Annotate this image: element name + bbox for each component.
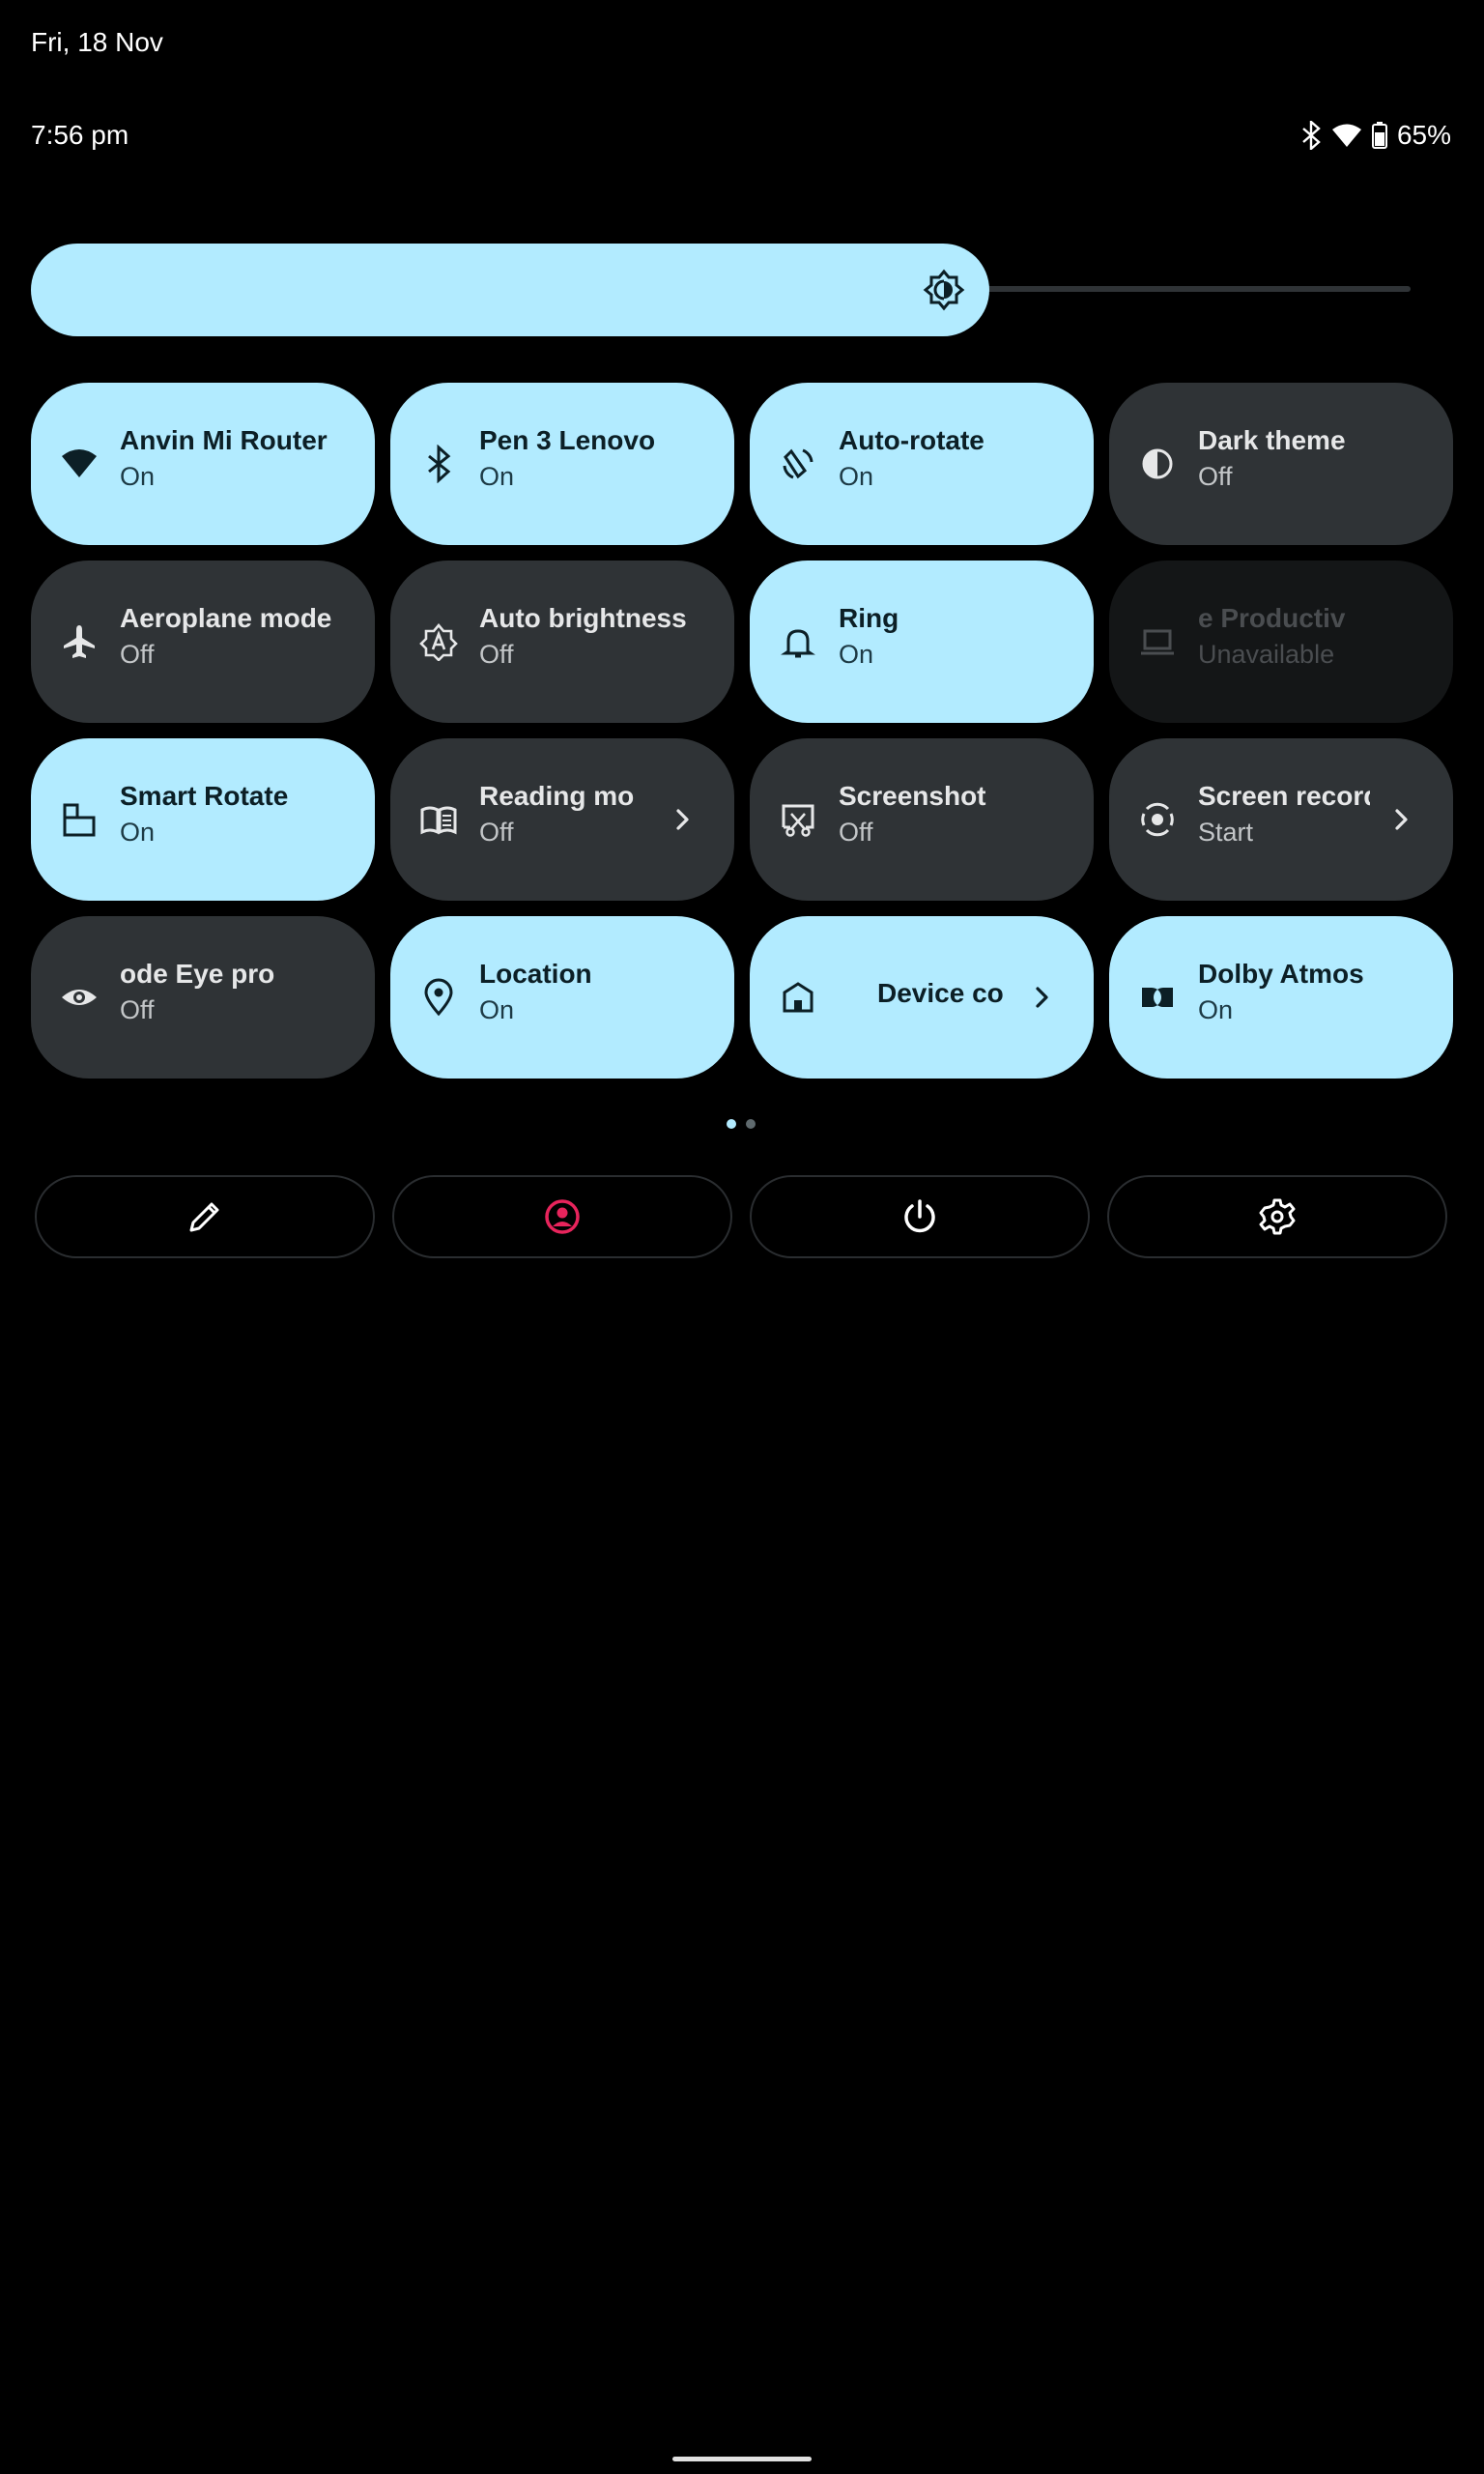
battery-icon xyxy=(1371,122,1387,149)
tile-state: On xyxy=(120,818,156,847)
chevron-right-icon[interactable] xyxy=(1382,800,1420,839)
screen-record-icon xyxy=(1138,800,1177,839)
tile-bluetooth[interactable]: Pen 3 Lenovo On xyxy=(390,383,734,545)
tile-title: Dolby Atmos xyxy=(1198,959,1364,989)
gesture-nav-handle[interactable] xyxy=(672,2457,812,2461)
bell-icon xyxy=(779,622,817,661)
tile-title: Aeroplane mode xyxy=(120,603,332,633)
tile-screen-record[interactable]: Screen record Start xyxy=(1109,738,1453,901)
user-profile-button[interactable] xyxy=(392,1175,732,1258)
tile-dolby[interactable]: Dolby Atmos On xyxy=(1109,916,1453,1079)
edit-button[interactable] xyxy=(35,1175,375,1258)
edit-icon xyxy=(186,1197,224,1236)
tile-screenshot[interactable]: Screenshot Off xyxy=(750,738,1094,901)
bluetooth-icon xyxy=(1300,121,1322,150)
tile-title: Location xyxy=(479,959,592,989)
tile-state: Start xyxy=(1198,818,1254,847)
tile-state: Off xyxy=(120,640,155,669)
tile-smart-rotate[interactable]: Smart Rotate On xyxy=(31,738,375,901)
location-icon xyxy=(419,978,458,1017)
page-dot-2[interactable] xyxy=(746,1119,756,1129)
wifi-icon xyxy=(60,445,99,483)
tile-state: On xyxy=(120,462,156,491)
brightness-auto-icon xyxy=(923,269,965,311)
tile-title: ode Eye pro xyxy=(120,959,275,989)
tile-title: Reading mo xyxy=(479,781,635,811)
chevron-right-icon[interactable] xyxy=(663,800,701,839)
clock: 7:56 pm xyxy=(31,120,129,150)
tile-state: Off xyxy=(839,818,873,847)
tile-state: Unavailable xyxy=(1198,640,1335,669)
tile-wifi[interactable]: Anvin Mi Router On xyxy=(31,383,375,545)
power-button[interactable] xyxy=(750,1175,1090,1258)
tile-title: Dark theme xyxy=(1198,425,1346,455)
tile-title: Device co xyxy=(877,978,1004,1008)
battery-percent: 65% xyxy=(1396,120,1451,150)
tile-location[interactable]: Location On xyxy=(390,916,734,1079)
smart-rotate-icon xyxy=(60,800,99,839)
tile-state: Off xyxy=(479,818,514,847)
tile-title: Screen record xyxy=(1198,781,1370,811)
home-icon xyxy=(779,978,817,1017)
chevron-right-icon[interactable] xyxy=(1022,978,1061,1017)
tile-state: Off xyxy=(479,640,514,669)
book-icon xyxy=(419,800,458,839)
tile-auto-brightness[interactable]: Auto brightness Off xyxy=(390,561,734,723)
tile-title: Screenshot xyxy=(839,781,986,811)
settings-icon xyxy=(1258,1197,1297,1236)
tile-state: Off xyxy=(1198,462,1233,491)
page-indicator[interactable] xyxy=(727,1119,756,1129)
brightness-slider-track[interactable] xyxy=(966,286,1411,292)
tile-title: Ring xyxy=(839,603,899,633)
tile-auto-rotate[interactable]: Auto-rotate On xyxy=(750,383,1094,545)
screenshot-icon xyxy=(779,800,817,839)
auto-rotate-icon xyxy=(779,445,817,483)
tile-laptop[interactable]: e Productiv Unavailable xyxy=(1109,561,1453,723)
bluetooth-icon xyxy=(419,445,458,483)
tile-airplane[interactable]: Aeroplane mode Off xyxy=(31,561,375,723)
tile-state: On xyxy=(479,462,515,491)
tile-title: Auto-rotate xyxy=(839,425,985,455)
tile-title: Anvin Mi Router xyxy=(120,425,328,455)
tile-state: On xyxy=(839,462,874,491)
power-icon xyxy=(900,1197,939,1236)
wifi-icon xyxy=(1331,123,1362,148)
tile-state: On xyxy=(479,995,515,1024)
profile-icon xyxy=(543,1197,582,1236)
dark-theme-icon xyxy=(1138,445,1177,483)
status-icons: 65% xyxy=(1300,120,1451,151)
settings-button[interactable] xyxy=(1107,1175,1447,1258)
eye-icon xyxy=(60,978,99,1017)
tile-bell[interactable]: Ring On xyxy=(750,561,1094,723)
tile-book[interactable]: Reading mo Off xyxy=(390,738,734,901)
page-dot-1[interactable] xyxy=(727,1119,736,1129)
tile-eye[interactable]: ode Eye pro Off xyxy=(31,916,375,1079)
dolby-icon xyxy=(1138,978,1177,1017)
tile-title: Auto brightness xyxy=(479,603,687,633)
tile-home[interactable]: Device co xyxy=(750,916,1094,1079)
tile-title: Smart Rotate xyxy=(120,781,289,811)
tile-state: On xyxy=(1198,995,1234,1024)
airplane-icon xyxy=(60,622,99,661)
tile-title: e Productiv xyxy=(1198,603,1346,633)
tile-title: Pen 3 Lenovo xyxy=(479,425,656,455)
date: Fri, 18 Nov xyxy=(31,27,163,57)
tile-dark-theme[interactable]: Dark theme Off xyxy=(1109,383,1453,545)
tile-state: Off xyxy=(120,995,155,1024)
auto-brightness-icon xyxy=(419,622,458,661)
tile-state: On xyxy=(839,640,874,669)
brightness-slider[interactable] xyxy=(31,244,989,336)
laptop-icon xyxy=(1138,622,1177,661)
